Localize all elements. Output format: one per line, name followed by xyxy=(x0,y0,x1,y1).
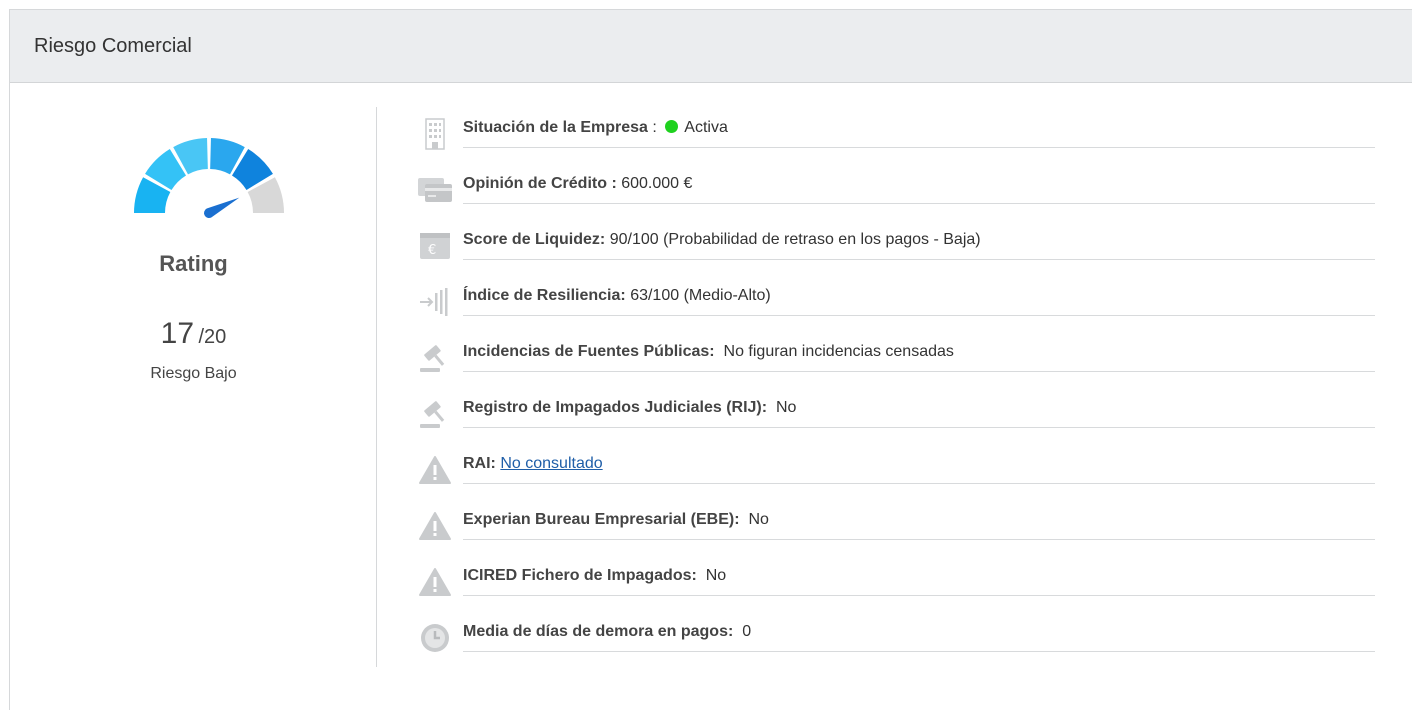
gavel-icon xyxy=(415,340,455,376)
warning-icon xyxy=(415,508,455,544)
item-text: Media de días de demora en pagos: 0 xyxy=(463,612,1375,652)
svg-text:€: € xyxy=(428,243,436,258)
commercial-risk-panel: Riesgo Comercial Rating 17 /20 Riesgo Ba… xyxy=(9,9,1412,710)
label-separator: : xyxy=(647,119,662,136)
rij-value: No xyxy=(775,399,797,416)
clock-icon xyxy=(415,620,455,656)
icired-label: ICIRED Fichero de Impagados: xyxy=(463,567,697,584)
resilience-icon xyxy=(415,284,455,320)
credit-card-icon xyxy=(415,172,455,208)
item-text: Score de Liquidez: 90/100 (Probabilidad … xyxy=(463,220,1375,260)
liquidity-score-value: 90/100 (Probabilidad de retraso en los p… xyxy=(609,231,981,248)
liquidity-score-label: Score de Liquidez: xyxy=(463,231,606,248)
ebe-label: Experian Bureau Empresarial (EBE): xyxy=(463,511,740,528)
building-icon xyxy=(415,116,455,152)
rating-score: 17 /20 xyxy=(10,317,377,351)
item-text: Opinión de Crédito : 600.000 € xyxy=(463,164,1375,204)
euro-wallet-icon: € xyxy=(415,228,455,264)
item-text: ICIRED Fichero de Impagados: No xyxy=(463,556,1375,596)
gavel-icon xyxy=(415,396,455,432)
warning-icon xyxy=(415,564,455,600)
list-item: Incidencias de Fuentes Públicas: No figu… xyxy=(415,332,1375,388)
status-dot-icon xyxy=(665,120,679,133)
item-text: RAI: No consultado xyxy=(463,444,1375,484)
list-item: RAI: No consultado xyxy=(415,444,1375,500)
public-incidents-value: No figuran incidencias censadas xyxy=(723,343,954,360)
rating-label: Rating xyxy=(159,251,228,276)
risk-items-list: Situación de la Empresa : Activa Opinión… xyxy=(415,108,1375,668)
panel-header: Riesgo Comercial xyxy=(10,10,1412,83)
item-text: Experian Bureau Empresarial (EBE): No xyxy=(463,500,1375,540)
item-text: Índice de Resiliencia: 63/100 (Medio-Alt… xyxy=(463,276,1375,316)
resilience-index-value: 63/100 (Medio-Alto) xyxy=(630,287,771,304)
column-divider xyxy=(376,107,377,667)
rai-not-consulted-link[interactable]: No consultado xyxy=(500,455,602,472)
item-text: Registro de Impagados Judiciales (RIJ): … xyxy=(463,388,1375,428)
risk-level-text: Riesgo Bajo xyxy=(150,365,237,382)
company-status-value: Activa xyxy=(684,119,728,136)
list-item: Opinión de Crédito : 600.000 € xyxy=(415,164,1375,220)
list-item: Experian Bureau Empresarial (EBE): No xyxy=(415,500,1375,556)
rij-label: Registro de Impagados Judiciales (RIJ): xyxy=(463,399,768,416)
item-text: Situación de la Empresa : Activa xyxy=(463,108,1375,148)
item-text: Incidencias de Fuentes Públicas: No figu… xyxy=(463,332,1375,372)
credit-opinion-value: 600.000 € xyxy=(621,175,693,192)
list-item: € Score de Liquidez: 90/100 (Probabilida… xyxy=(415,220,1375,276)
ebe-value: No xyxy=(748,511,769,528)
list-item: ICIRED Fichero de Impagados: No xyxy=(415,556,1375,612)
payment-delay-value: 0 xyxy=(742,623,752,640)
warning-icon xyxy=(415,452,455,488)
resilience-index-label: Índice de Resiliencia: xyxy=(463,287,626,304)
company-status-label: Situación de la Empresa xyxy=(463,119,648,136)
public-incidents-label: Incidencias de Fuentes Públicas: xyxy=(463,343,715,360)
list-item: Registro de Impagados Judiciales (RIJ): … xyxy=(415,388,1375,444)
list-item: Media de días de demora en pagos: 0 xyxy=(415,612,1375,668)
icired-value: No xyxy=(705,567,727,584)
panel-title: Riesgo Comercial xyxy=(34,34,192,57)
rai-label: RAI: xyxy=(463,455,496,472)
gauge-needle xyxy=(204,197,240,218)
rating-score-value: 17 xyxy=(160,317,195,350)
credit-opinion-label: Opinión de Crédito : xyxy=(463,175,617,192)
rating-score-max: /20 xyxy=(198,326,227,348)
gauge-icon xyxy=(134,138,284,218)
list-item: Situación de la Empresa : Activa xyxy=(415,108,1375,164)
list-item: Índice de Resiliencia: 63/100 (Medio-Alt… xyxy=(415,276,1375,332)
payment-delay-label: Media de días de demora en pagos: xyxy=(463,623,734,640)
